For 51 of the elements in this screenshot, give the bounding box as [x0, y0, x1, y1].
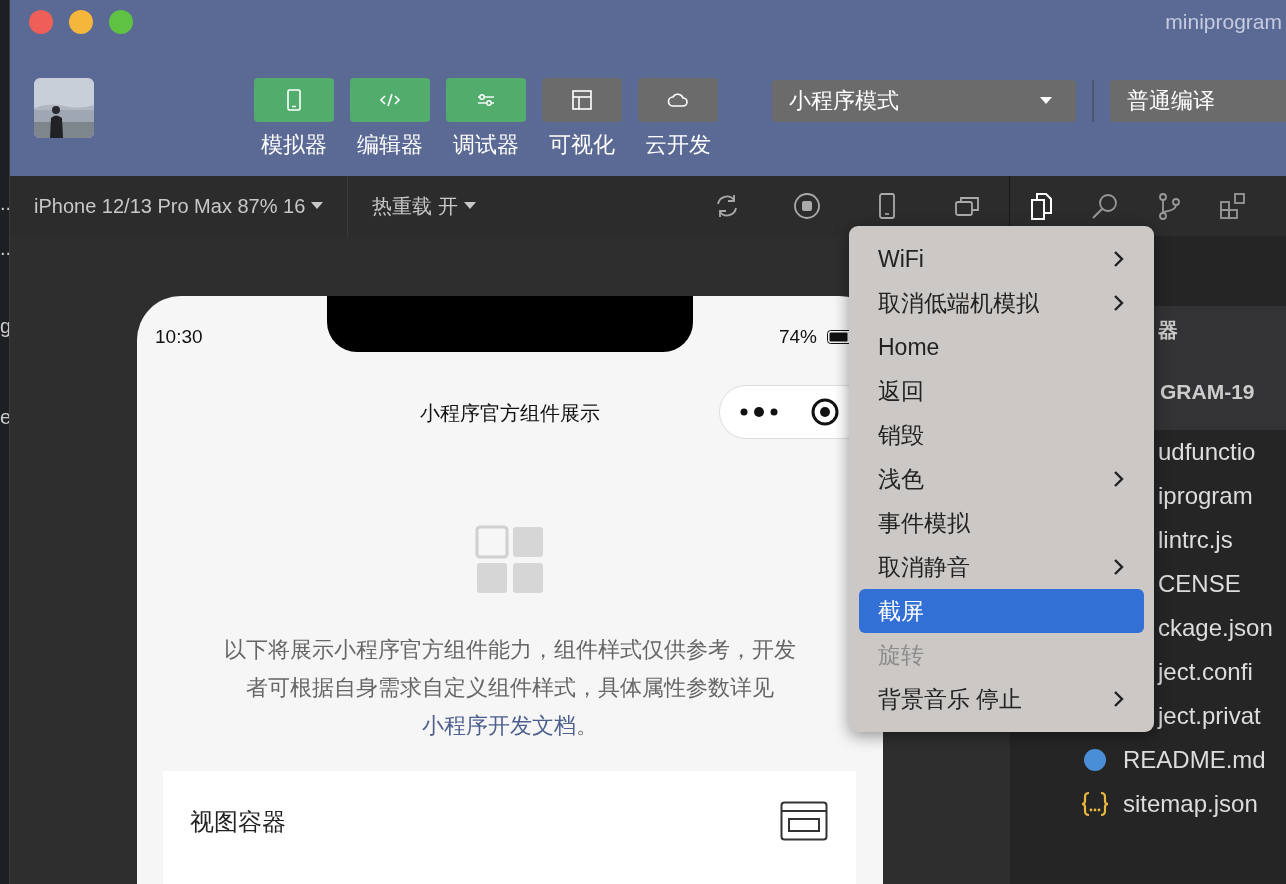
stop-icon[interactable] — [792, 191, 822, 221]
menu-item[interactable]: 销毁 — [859, 413, 1144, 457]
chevron-icon — [1112, 557, 1126, 577]
docs-link[interactable]: 小程序开发文档 — [422, 714, 576, 738]
mode-label: 模拟器 — [261, 131, 327, 159]
caret-icon — [463, 202, 476, 210]
menu-item[interactable]: Home — [859, 325, 1144, 369]
mode-button[interactable] — [638, 78, 718, 122]
battery-percent: 74% — [778, 326, 817, 348]
menu-item[interactable]: 取消低端机模拟 — [859, 281, 1144, 325]
caret-icon — [311, 202, 324, 210]
menu-item[interactable]: 返回 — [859, 369, 1144, 413]
menu-item[interactable]: WiFi — [859, 237, 1144, 281]
caret-icon — [1040, 97, 1052, 105]
chevron-icon — [1112, 689, 1126, 709]
chevron-icon — [1112, 469, 1126, 489]
menu-item[interactable]: 取消静音 — [859, 545, 1144, 589]
more-icon[interactable] — [738, 405, 780, 419]
window-title: miniprogram — [1165, 10, 1282, 34]
mode-label: 可视化 — [549, 131, 615, 159]
component-card[interactable]: 视图容器 — [163, 771, 856, 884]
layout-icon — [570, 88, 594, 112]
extensions-icon[interactable] — [1218, 191, 1248, 221]
compile-dropdown[interactable]: 普通编译 — [1110, 80, 1286, 122]
file-item[interactable]: README.md — [1010, 738, 1286, 782]
mode-label: 云开发 — [645, 131, 711, 159]
menu-item[interactable]: 事件模拟 — [859, 501, 1144, 545]
intro-paragraph: 以下将展示小程序官方组件能力，组件样式仅供参考，开发者可根据自身需求自定义组件样式，具体属性参数详见 小程序开发文档。 — [223, 637, 797, 740]
hot-reload-selector[interactable]: 热重载 开 — [348, 176, 500, 236]
section-header: 器 — [1157, 318, 1179, 343]
page-title: 小程序官方组件展示 — [420, 400, 600, 426]
view-container-icon — [780, 801, 828, 841]
menu-item[interactable]: 浅色 — [859, 457, 1144, 501]
close-target-icon[interactable] — [810, 397, 840, 427]
components-icon — [475, 525, 545, 595]
minimize-button[interactable] — [69, 10, 93, 34]
menu-item[interactable]: 背景音乐 停止 — [859, 677, 1144, 721]
mode-label: 调试器 — [453, 131, 519, 159]
chevron-icon — [1112, 249, 1126, 269]
status-time: 10:30 — [155, 326, 203, 348]
search-icon[interactable] — [1090, 191, 1120, 221]
background-window-text: g — [0, 315, 9, 338]
mode-dropdown[interactable]: 小程序模式 — [772, 80, 1076, 122]
background-window-text: .. — [0, 237, 9, 260]
menu-item[interactable]: 截屏 — [859, 589, 1144, 633]
chevron-icon — [1112, 293, 1126, 313]
braces-icon — [1080, 789, 1110, 819]
mode-label: 编辑器 — [357, 131, 423, 159]
mode-button[interactable] — [542, 78, 622, 122]
file-item[interactable]: sitemap.json — [1010, 782, 1286, 826]
background-window-text: .. — [0, 192, 9, 215]
